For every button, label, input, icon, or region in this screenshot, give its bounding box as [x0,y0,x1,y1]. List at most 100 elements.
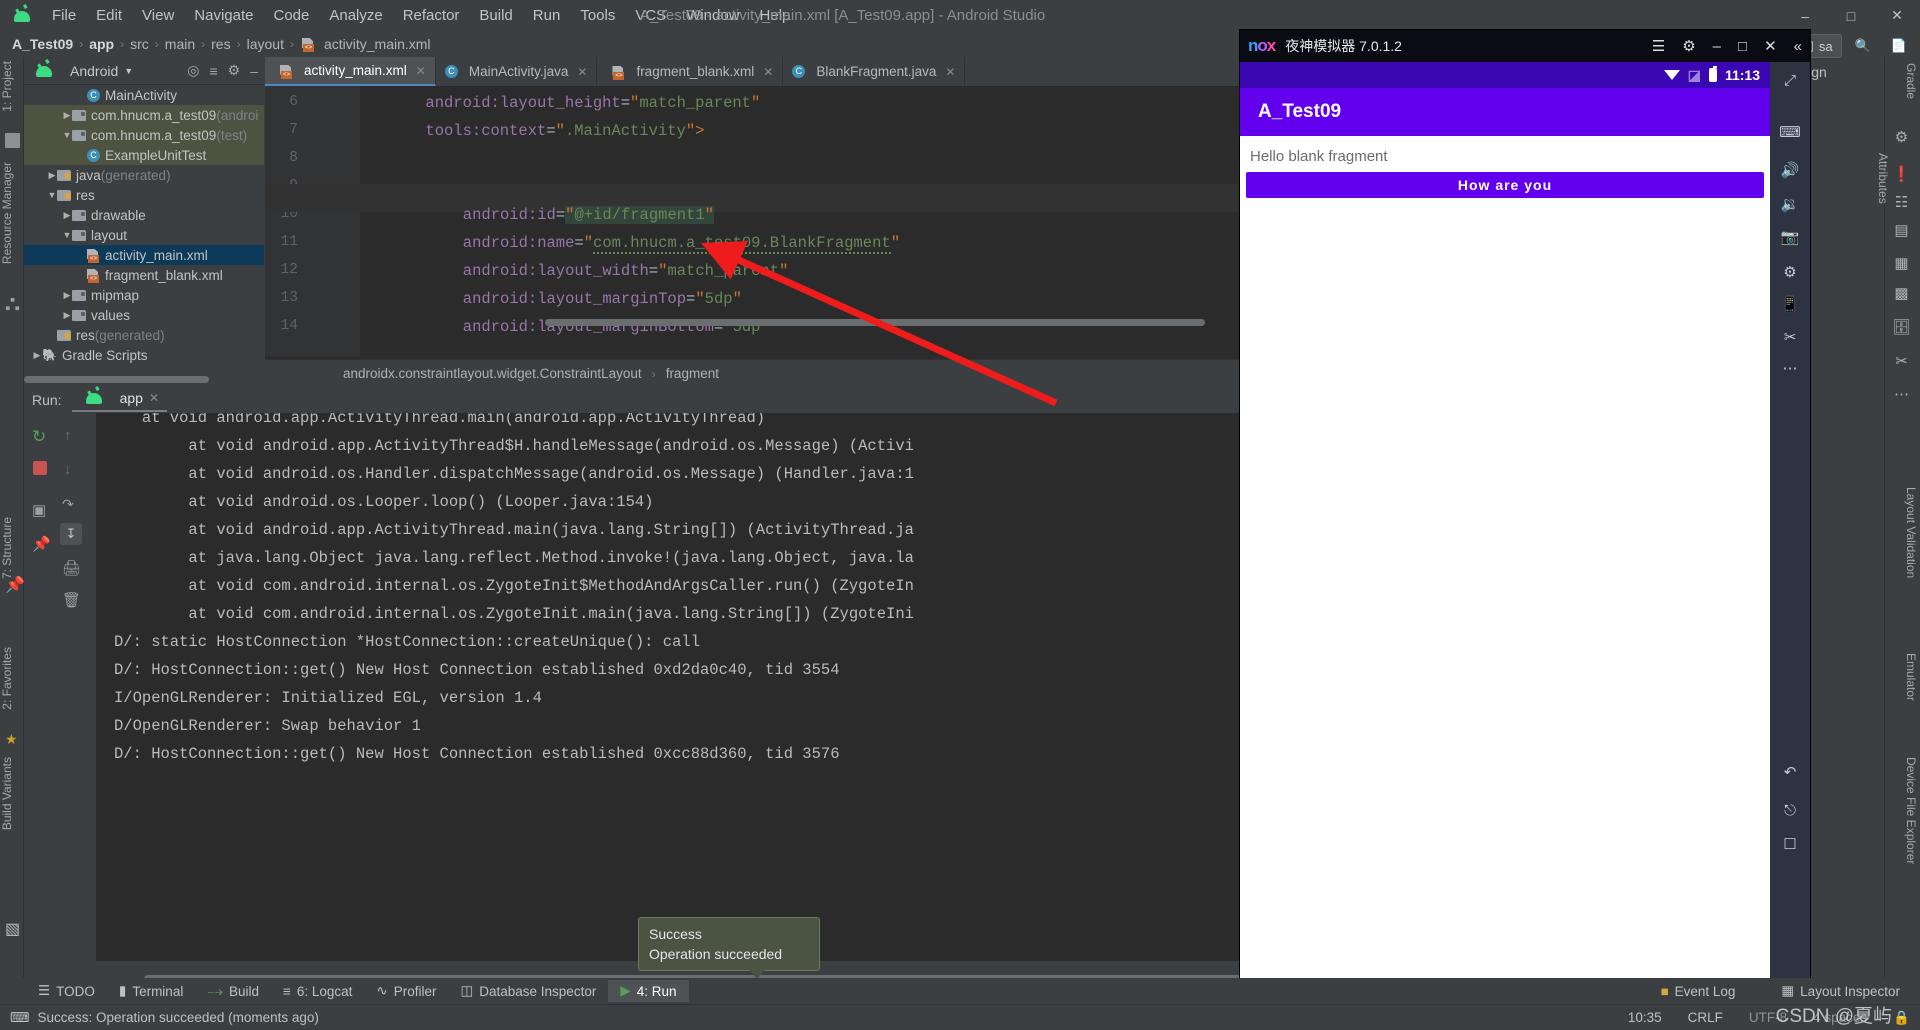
menu-edit[interactable]: Edit [86,4,132,27]
project-view-selector[interactable]: Android [70,63,118,79]
device-manager-icon[interactable]: ☷ [1892,192,1911,211]
breadcrumb-item-project[interactable]: A_Test09 [8,36,77,52]
strip-label-emulator[interactable]: Emulator [1894,653,1918,701]
scissors-icon[interactable]: ✂ [1780,327,1800,347]
tab-fragment-blank-xml[interactable]: <> fragment_blank.xml ✕ [597,57,784,86]
build-variants-icon[interactable]: ▧ [5,919,20,938]
clear-all-icon[interactable]: 🗑 [62,591,84,613]
gear-icon[interactable]: ⚙ [228,62,241,79]
layout-validation-icon[interactable]: ▦ [1892,253,1911,272]
breadcrumb-item-src[interactable]: src [126,36,153,52]
emulator-strip-icon[interactable]: ▤ [1892,220,1911,239]
expand-arrow-open-icon[interactable]: ▼ [62,230,72,240]
minimize-button[interactable]: – [1782,0,1828,31]
collapse-all-icon[interactable]: ≡ [209,63,217,79]
close-icon[interactable]: ✕ [149,391,159,405]
soft-wrap-icon[interactable]: ↷ [62,496,84,518]
minimize-icon[interactable]: – [250,63,258,79]
minimize-icon[interactable]: – [1713,38,1721,55]
expand-arrow-closed-icon[interactable]: ▶ [62,310,72,321]
menu-code[interactable]: Code [263,4,319,27]
back-icon[interactable]: ↶ [1780,762,1800,782]
breadcrumb-item-res[interactable]: res [207,36,234,52]
star-icon[interactable]: ★ [5,731,20,747]
chevron-down-icon[interactable]: ▼ [124,66,133,76]
fullscreen-icon[interactable]: ⤢ [1780,70,1800,90]
tree-item-layout[interactable]: ▼ layout [24,225,264,245]
project-tree[interactable]: C MainActivity ▶ com.hnucm.a_test09 (androi… [24,85,264,373]
strip-label-structure[interactable]: 7: Structure [0,517,24,579]
screenshot-icon[interactable]: 📷 [1780,227,1800,247]
folder-icon[interactable] [5,133,20,148]
pin-tab-icon[interactable]: 📌 [32,535,54,557]
lock-icon[interactable]: 🔒 [1893,1010,1910,1026]
bottom-item-event-log[interactable]: ■ Event Log [1648,981,1747,1002]
strip-label-favorites[interactable]: 2: Favorites [0,647,24,710]
collapse-icon[interactable]: « [1794,38,1802,55]
more-icon[interactable]: ⋯ [1780,358,1800,378]
tree-item-com-hnucm-a-test09[interactable]: ▶ com.hnucm.a_test09 (androi [24,105,264,125]
menu-run[interactable]: Run [523,4,571,27]
status-line-separator[interactable]: CRLF [1688,1010,1723,1025]
tree-item-exampleunittest[interactable]: C ExampleUnitTest [24,145,264,165]
maximize-button[interactable]: □ [1828,0,1874,31]
tree-item-com-hnucm-a-test09[interactable]: ▼ com.hnucm.a_test09 (test) [24,125,264,145]
run-tab-app[interactable]: app ✕ [71,388,167,412]
run-console[interactable]: at void android.app.ActivityThread.main(… [96,413,1415,961]
breadcrumb-constraintlayout[interactable]: androidx.constraintlayout.widget.Constra… [343,366,642,381]
strip-label-project[interactable]: 1: Project [0,61,24,112]
strip-label-layout-validation[interactable]: Layout Validation [1894,487,1918,578]
expand-arrow-open-icon[interactable]: ▼ [62,130,72,140]
close-icon[interactable]: ✕ [1764,37,1777,55]
tree-item-gradle-scripts[interactable]: ▶ 🐘 Gradle Scripts [24,345,264,365]
locate-icon[interactable]: ◎ [187,62,199,79]
bottom-item-logcat[interactable]: ≡ 6: Logcat [271,981,364,1002]
tree-item-values[interactable]: ▶ values [24,305,264,325]
tree-item-mainactivity[interactable]: C MainActivity [24,85,264,105]
scroll-up-icon[interactable]: ↑ [64,427,86,449]
gear-icon[interactable]: ⚙ [1682,37,1695,55]
editor-horizontal-scrollbar[interactable] [545,319,1265,326]
breadcrumb-item-file[interactable]: activity_main.xml [320,36,435,52]
close-button[interactable]: ✕ [1874,0,1920,31]
gradle-elephant-icon[interactable]: ⚙ [1892,127,1911,146]
expand-arrow-closed-icon[interactable]: ▶ [62,290,72,301]
volume-up-icon[interactable]: 🔊 [1780,160,1800,180]
tree-item-drawable[interactable]: ▶ drawable [24,205,264,225]
close-icon[interactable]: ✕ [945,65,955,79]
strip-label-gradle[interactable]: Gradle [1894,63,1918,99]
stop-icon[interactable] [33,461,47,475]
recents-icon[interactable]: ☐ [1780,834,1800,854]
breadcrumb-item-app[interactable]: app [85,36,118,52]
bottom-item-database-inspector[interactable]: ◫ Database Inspector [448,980,608,1002]
maximize-icon[interactable]: □ [1738,38,1747,55]
breadcrumb-fragment[interactable]: fragment [666,366,719,381]
tab-mainactivity-java[interactable]: C MainActivity.java ✕ [436,57,598,86]
tab-blankfragment-java[interactable]: C BlankFragment.java ✕ [783,57,966,86]
menu-tools[interactable]: Tools [570,4,625,27]
tree-item-res[interactable]: ▼ res [24,185,264,205]
close-icon[interactable]: ✕ [763,65,773,79]
restore-layout-icon[interactable]: ▣ [32,501,54,523]
cut-icon[interactable]: ✂ [1892,351,1911,370]
expand-arrow-closed-icon[interactable]: ▶ [32,350,42,361]
tree-item-fragment-blank-xml[interactable]: <> fragment_blank.xml [24,265,264,285]
bottom-item-terminal[interactable]: ▮ Terminal [107,980,195,1002]
tab-activity-main-xml[interactable]: <> activity_main.xml ✕ [265,57,436,86]
rerun-icon[interactable]: ↻ [32,427,54,449]
keyboard-icon[interactable]: ⌨ [1779,122,1801,142]
home-icon[interactable]: ⎋ [1780,800,1800,820]
structure-strip-icon[interactable] [5,297,20,312]
strip-label-build-variants[interactable]: Build Variants [0,757,24,830]
menu-navigate[interactable]: Navigate [184,4,263,27]
bottom-item-build[interactable]: ⤍ Build [195,980,271,1003]
how-are-you-button[interactable]: How are you [1246,172,1764,198]
tree-item-activity-main-xml[interactable]: <> activity_main.xml [24,245,264,265]
more-icon[interactable]: ⋯ [1892,384,1911,403]
close-icon[interactable]: ✕ [416,64,426,78]
close-icon[interactable]: ✕ [577,65,587,79]
expand-arrow-closed-icon[interactable]: ▶ [62,210,72,221]
breadcrumb-item-layout[interactable]: layout [243,36,288,52]
shake-icon[interactable]: 📱 [1780,294,1800,314]
notifications-icon[interactable]: 📄 [1884,34,1914,58]
